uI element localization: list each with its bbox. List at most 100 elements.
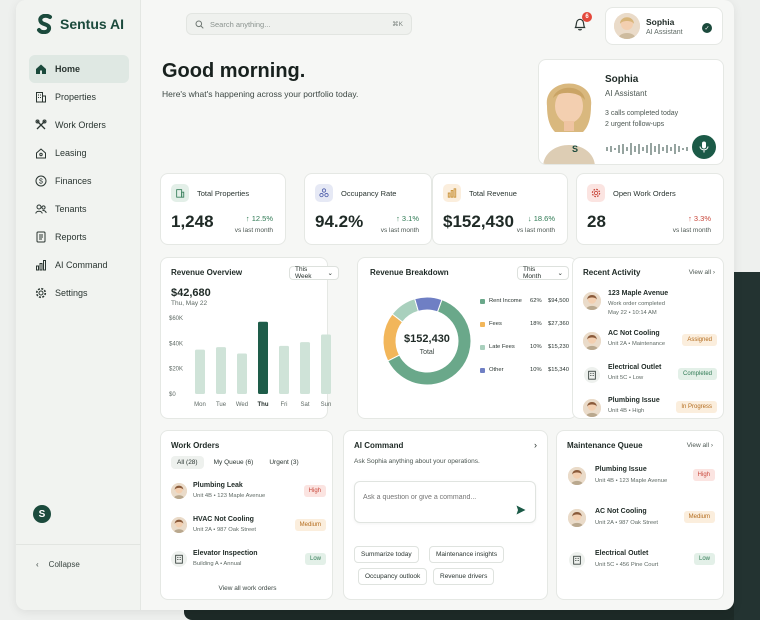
legend-item: Late Fees 10% $15,230 [480, 344, 570, 354]
ai-command-subtitle: Ask Sophia anything about your operation… [354, 458, 480, 465]
sidebar-item-reports[interactable]: Reports [29, 223, 129, 251]
work-order-row[interactable]: Elevator Inspection Building A • Annual Lo… [161, 549, 334, 575]
kpi-card[interactable]: Occupancy Rate 94.2% ↑ 3.1% vs last mont… [304, 173, 432, 245]
avatar [568, 509, 586, 527]
sidebar-logo-badge[interactable]: S [33, 505, 51, 523]
chip-revenue-drivers[interactable]: Revenue drivers [433, 568, 495, 585]
assistant-followups: 2 urgent follow-ups [605, 121, 665, 128]
ai-command-input-box[interactable] [354, 481, 536, 523]
activity-item[interactable]: 123 Maple Avenue Work order completed May … [573, 290, 725, 320]
page-subtitle: Here's what's happening across your port… [162, 89, 359, 99]
maintenance-row[interactable]: AC Not Cooling Unit 2A • 987 Oak Street Me… [557, 507, 725, 535]
donut-slice-other[interactable] [414, 296, 443, 313]
legend-amount: $94,500 [548, 298, 569, 304]
work-order-row[interactable]: Plumbing Leak Unit 4B • 123 Maple Avenue H… [161, 481, 334, 507]
legend-pct: 10% [530, 367, 542, 373]
sidebar: Sentus AI Home Properties Work Orders Le… [16, 0, 141, 610]
y-tick-label: $20K [169, 367, 183, 373]
tab-all[interactable]: All (28) [171, 456, 204, 469]
activity-item[interactable]: Plumbing Issue Unit 4B • High In Progress [573, 397, 725, 427]
x-tick-label: Sun [321, 402, 332, 408]
kpi-value: 94.2% [315, 212, 364, 231]
logo[interactable]: Sentus AI [36, 14, 124, 34]
ai-command-input[interactable] [363, 494, 513, 501]
sidebar-item-home[interactable]: Home [29, 55, 129, 83]
bar-wed[interactable] [237, 353, 247, 394]
bar-mon[interactable] [195, 349, 205, 394]
chip-maintenance-insights[interactable]: Maintenance insights [429, 546, 505, 563]
work-order-row[interactable]: HVAC Not Cooling Unit 2A • 987 Oak Street… [161, 515, 334, 541]
legend-name: Late Fees [489, 344, 515, 350]
send-icon[interactable] [516, 505, 526, 515]
search-bar[interactable]: ⌘K [186, 13, 412, 35]
sidebar-item-finances[interactable]: $ Finances [29, 167, 129, 195]
donut-total-label: Total [419, 349, 435, 356]
activity-item[interactable]: AC Not Cooling Unit 2A • Maintenance Assig… [573, 330, 725, 360]
kpi-change: ↑ 3.3% [688, 214, 711, 223]
revenue-overview-card: Revenue Overview This Week ⌄ $42,680 Thu… [160, 257, 339, 419]
sidebar-item-properties[interactable]: Properties [29, 83, 129, 111]
tab-my-queue[interactable]: My Queue (6) [208, 456, 260, 469]
bar-tue[interactable] [216, 347, 226, 394]
tab-urgent[interactable]: Urgent (3) [263, 456, 304, 469]
sidebar-item-leasing[interactable]: Leasing [29, 139, 129, 167]
sidebar-item-ai-command[interactable]: AI Command [29, 251, 129, 279]
kpi-comparison: vs last month [672, 227, 711, 234]
search-input[interactable] [210, 19, 387, 29]
notification-badge: 6 [582, 12, 592, 22]
building-icon [171, 184, 189, 202]
bar-sat[interactable] [300, 342, 310, 394]
user-name: Sophia [646, 16, 675, 27]
legend-pct: 18% [530, 321, 542, 327]
dollar-icon: $ [35, 175, 47, 187]
assistant-calls: 3 calls completed today [605, 110, 679, 117]
building-icon [584, 367, 600, 383]
legend-item: Other 10% $15,340 [480, 367, 570, 377]
sidebar-nav: Home Properties Work Orders Leasing $ Fi… [29, 55, 129, 307]
activity-sub: Unit 2A • Maintenance [608, 341, 666, 347]
microphone-button[interactable] [692, 135, 716, 159]
sidebar-item-settings[interactable]: Settings [29, 279, 129, 307]
kpi-change: ↓ 18.6% [527, 214, 555, 223]
maintenance-sub: Unit 4B • 123 Maple Avenue [595, 478, 668, 484]
background-window-panel [734, 272, 760, 620]
chevron-right-icon[interactable]: › [534, 440, 537, 450]
user-menu[interactable]: Sophia AI Assistant ✓ [605, 7, 723, 45]
assistant-card[interactable]: S Sophia AI Assistant 3 calls completed … [538, 59, 724, 165]
revenue-period-select[interactable]: This Week ⌄ [289, 266, 339, 280]
bar-thu[interactable] [258, 321, 268, 394]
y-tick-label: $0 [169, 392, 176, 398]
bar-sun[interactable] [321, 334, 331, 394]
kpi-comparison: vs last month [380, 227, 419, 234]
activity-sub: Work order completed [608, 301, 665, 307]
breakdown-period-select[interactable]: This Month ⌄ [517, 266, 569, 280]
maintenance-row[interactable]: Electrical Outlet Unit 5C • 456 Pine Cour… [557, 549, 725, 577]
recent-activity-view-all[interactable]: View all › [689, 269, 715, 276]
chip-summarize-today[interactable]: Summarize today [354, 546, 419, 563]
view-all-work-orders[interactable]: View all work orders [161, 585, 334, 592]
users-icon [35, 204, 47, 214]
chip-occupancy-outlook[interactable]: Occupancy outlook [358, 568, 428, 585]
search-icon [195, 20, 204, 29]
kpi-card[interactable]: Total Properties 1,248 ↑ 12.5% vs last m… [160, 173, 286, 245]
view-all-label: View all [686, 442, 710, 449]
maintenance-row[interactable]: Plumbing Issue Unit 4B • 123 Maple Avenue… [557, 465, 725, 493]
sidebar-item-tenants[interactable]: Tenants [29, 195, 129, 223]
kpi-value: 28 [587, 212, 606, 231]
gear-icon [35, 287, 47, 299]
priority-badge: High [303, 485, 326, 497]
avatar [568, 467, 586, 485]
maintenance-view-all[interactable]: View all › [687, 442, 713, 449]
avatar [583, 292, 601, 310]
kpi-card[interactable]: Open Work Orders 28 ↑ 3.3% vs last month [576, 173, 724, 245]
legend-swatch [480, 322, 485, 327]
sidebar-divider [16, 544, 141, 545]
collapse-button[interactable]: ‹ Collapse [36, 560, 80, 569]
activity-item[interactable]: Electrical Outlet Unit 5C • Low Completed [573, 364, 725, 394]
bar-fri[interactable] [279, 345, 289, 394]
sidebar-item-work-orders[interactable]: Work Orders [29, 111, 129, 139]
kpi-card[interactable]: Total Revenue $152,430 ↓ 18.6% vs last m… [432, 173, 568, 245]
kpi-label: Total Properties [197, 189, 250, 198]
people-icon [315, 184, 333, 202]
home-icon [36, 64, 46, 74]
